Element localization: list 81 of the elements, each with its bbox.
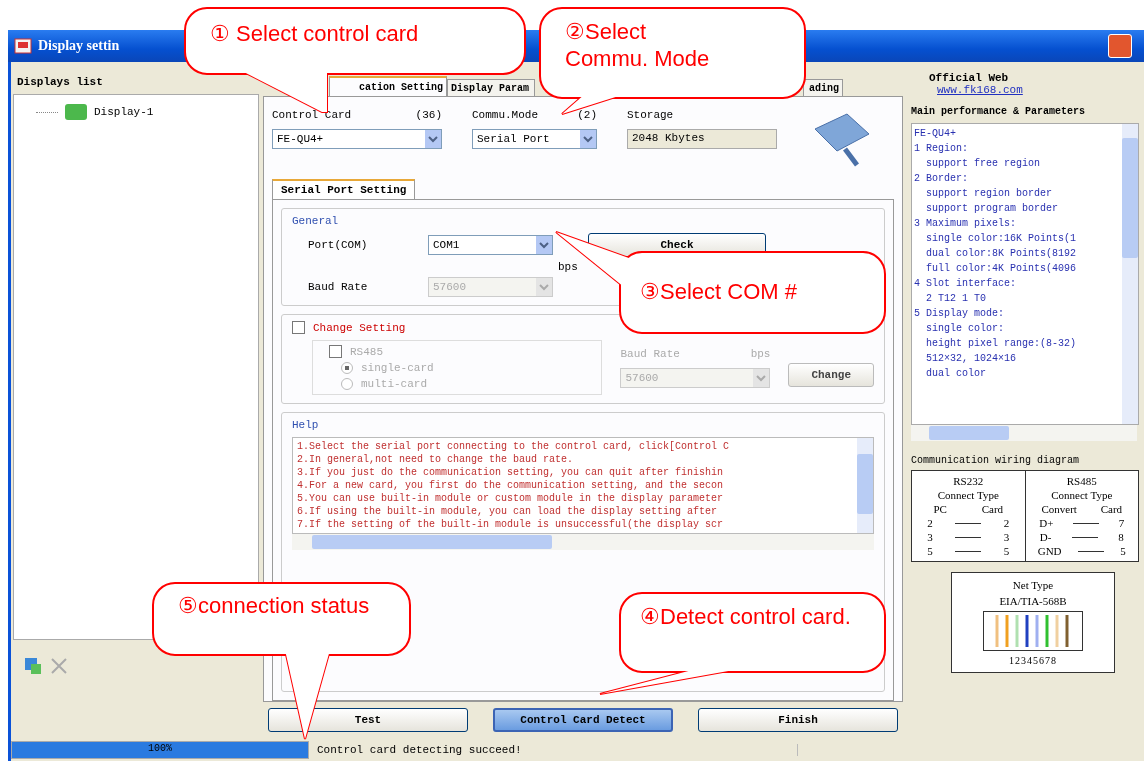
- field-label: Baud Rate: [620, 347, 680, 360]
- table-heading: RS485: [1066, 475, 1097, 487]
- connection-line: [1077, 550, 1104, 552]
- field-label: Port(COM): [308, 239, 369, 251]
- dropdown[interactable]: COM1: [428, 235, 553, 255]
- field-label: Commu.Mode: [472, 109, 538, 121]
- table-cell: 5: [927, 545, 933, 557]
- close-button[interactable]: [1108, 34, 1132, 58]
- tab[interactable]: cation Setting: [329, 76, 447, 96]
- column-header: Card: [1100, 503, 1123, 515]
- dropdown[interactable]: Serial Port: [472, 129, 597, 149]
- pin-numbers: 12345678: [1009, 655, 1057, 666]
- connection-line: [955, 536, 982, 538]
- group-title: General: [292, 215, 339, 227]
- status-message: Control card detecting succeed!: [309, 743, 798, 756]
- parameters-text: FE-QU4+ 1 Region: support free region 2 Border: support region border support program border 3 Maximum pixels: single color:16K Points(1 dual color:8K Points(8192 full color:4K Points(4096 4 Slot interface: 2 T12 1 T0 5 Display mode: single color: height pixel range:(8-32) 512×32, 1024×16 dual color: [913, 127, 1078, 381]
- table-cell: 7: [1118, 517, 1125, 529]
- callout-text: ③Select COM #: [640, 278, 798, 305]
- card-title: Net Type: [1012, 579, 1054, 591]
- table-heading: Connect Type: [1051, 489, 1113, 501]
- app-icon: [14, 37, 32, 55]
- callout-text: ②Select Commu. Mode: [565, 18, 711, 72]
- table-cell: 2: [927, 517, 933, 529]
- vertical-scrollbar[interactable]: [1122, 124, 1138, 424]
- radio-label: multi-card: [361, 378, 427, 390]
- dialog-button[interactable]: Finish: [698, 708, 898, 732]
- storage-field: 2048 Kbytes: [627, 129, 777, 149]
- table-cell: 3: [1003, 531, 1010, 543]
- tab[interactable]: Display Param: [447, 79, 535, 96]
- field-label: Storage: [627, 109, 675, 121]
- tree-item[interactable]: Display-1: [94, 106, 154, 118]
- radio-label: single-card: [361, 362, 434, 374]
- section-title: Communication wiring diagram: [911, 455, 1081, 466]
- dialog-button[interactable]: Test: [268, 708, 468, 732]
- tab[interactable]: ading: [803, 79, 843, 96]
- table-cell: GND: [1037, 545, 1062, 557]
- table-cell: 3: [927, 531, 933, 543]
- help-text: 1.Select the serial port connecting to the control card, click[Control C 2.In general,not need to change the baud rate. 3.If you just do the communication setting, you can quit after finishin 4.For a new card, you first do the communication setting, and the secon 5.You can use built-in module or custom module in the display parameter 6.If using the built-in module, you can load the display setting after 7.If the setting of the built-in module is unsuccessful(the display scr: [296, 440, 731, 532]
- field-label: Baud Rate: [308, 281, 369, 293]
- vertical-scrollbar[interactable]: [857, 438, 873, 533]
- table-cell: 5: [1003, 545, 1010, 557]
- table-cell: D+: [1039, 517, 1054, 529]
- horizontal-scrollbar[interactable]: [911, 425, 1137, 441]
- callout-text: ⑤connection status: [178, 592, 371, 619]
- connection-line: [1073, 522, 1100, 524]
- panel-header: Displays list: [16, 75, 104, 90]
- table-cell: 8: [1118, 531, 1124, 543]
- connection-line: [955, 522, 982, 524]
- dropdown[interactable]: FE-QU4+: [272, 129, 442, 149]
- table-heading: RS232: [953, 475, 984, 487]
- website-link[interactable]: www.fk168.com: [911, 84, 1144, 96]
- field-label: Control Card: [272, 109, 352, 121]
- table-cell: 5: [1120, 545, 1126, 557]
- connection-line: [955, 550, 982, 552]
- callout-text: ④Detect control card.: [640, 603, 852, 630]
- standard-label: EIA/TIA-568B: [999, 595, 1067, 607]
- dialog-button[interactable]: Control Card Detect: [493, 708, 673, 732]
- tab[interactable]: Serial Port Setting: [272, 179, 416, 199]
- display-icon: [64, 103, 88, 121]
- horizontal-scrollbar[interactable]: [292, 534, 874, 550]
- table-cell: D-: [1039, 531, 1052, 543]
- count-label: (2): [577, 109, 597, 121]
- field-label: Official Web: [928, 72, 1010, 84]
- table-heading: Connect Type: [937, 489, 999, 501]
- unit-label: bps: [558, 261, 579, 273]
- connection-line: [1071, 536, 1098, 538]
- group-title: Help: [292, 419, 319, 431]
- delete-icon[interactable]: [49, 656, 69, 676]
- checkbox-label: Change Setting: [313, 321, 406, 334]
- progress-text: 100%: [147, 742, 173, 754]
- add-icon[interactable]: [23, 656, 43, 676]
- checkbox-label: RS485: [350, 345, 383, 358]
- unit-label: bps: [750, 347, 771, 360]
- section-title: Main performance & Parameters: [911, 106, 1087, 117]
- column-header: PC: [933, 503, 947, 515]
- table-cell: 2: [1003, 517, 1010, 529]
- callout-text: ① Select control card: [210, 20, 420, 47]
- column-header: Card: [981, 503, 1004, 515]
- column-header: Convert: [1041, 503, 1077, 515]
- window-title: Display settin: [38, 38, 120, 54]
- count-label: (36): [415, 109, 442, 121]
